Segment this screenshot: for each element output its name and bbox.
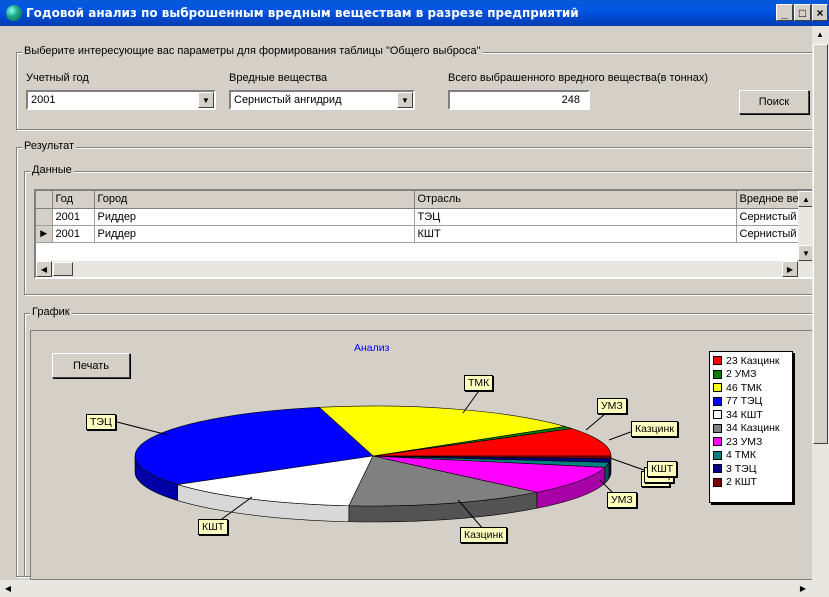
legend-swatch	[713, 396, 722, 406]
leader-line	[585, 413, 606, 431]
scroll-left-icon[interactable]: ◀	[0, 580, 16, 596]
legend-item: 4 ТМК	[713, 449, 789, 463]
scroll-right-icon[interactable]: ▶	[795, 580, 811, 596]
chart-legend: 23 Казцинк 2 УМЗ 46 ТМК 77 ТЭЦ 34 КШТ 34 Казц…	[709, 351, 793, 503]
legend-label: 46 ТМК	[726, 381, 762, 394]
legend-label: 77 ТЭЦ	[726, 395, 763, 408]
legend-label: 2 КШТ	[726, 476, 757, 489]
callout-ksht: КШТ	[198, 519, 229, 535]
legend-item: 34 Казцинк	[713, 422, 789, 436]
legend-swatch	[713, 369, 722, 379]
callout-umz-2: УМЗ	[607, 492, 637, 508]
legend-label: 3 ТЭЦ	[726, 462, 757, 475]
legend-label: 34 Казцинк	[726, 422, 780, 435]
legend-swatch	[713, 383, 722, 393]
legend-swatch	[713, 464, 722, 474]
legend-label: 2 УМЗ	[726, 368, 757, 381]
legend-item: 2 КШТ	[713, 476, 789, 490]
callout-kazcink-2: Казцинк	[460, 527, 507, 543]
legend-swatch	[713, 356, 722, 366]
callout-kazcink: Казцинк	[631, 421, 678, 437]
callout-tec: ТЭЦ	[86, 414, 116, 430]
legend-swatch	[713, 450, 722, 460]
legend-item: 2 УМЗ	[713, 368, 789, 382]
legend-swatch	[713, 437, 722, 447]
callout-tmk: ТМК	[464, 375, 494, 391]
callout-umz: УМЗ	[597, 398, 627, 414]
legend-swatch	[713, 423, 722, 433]
legend-item: 3 ТЭЦ	[713, 462, 789, 476]
pie-tops	[134, 405, 612, 507]
legend-label: 34 КШТ	[726, 408, 763, 421]
legend-item: 23 Казцинк	[713, 354, 789, 368]
callout-ksht-small: КШТ	[647, 461, 678, 477]
legend-swatch	[713, 410, 722, 420]
leader-line	[462, 387, 482, 414]
legend-swatch	[713, 477, 722, 487]
legend-label: 23 УМЗ	[726, 435, 763, 448]
window-vscrollbar[interactable]: ▲	[812, 26, 829, 597]
legend-label: 4 ТМК	[726, 449, 757, 462]
legend-item: 46 ТМК	[713, 381, 789, 395]
legend-item: 34 КШТ	[713, 408, 789, 422]
leader-line	[116, 421, 169, 436]
legend-item: 23 УМЗ	[713, 435, 789, 449]
scroll-up-icon[interactable]: ▲	[812, 26, 828, 42]
window-hscrollbar[interactable]: ◀ ▶	[0, 580, 812, 597]
leader-line	[609, 457, 645, 471]
legend-label: 23 Казцинк	[726, 354, 780, 367]
window-vscroll-thumb[interactable]	[813, 44, 828, 444]
pie-chart	[116, 387, 645, 531]
legend-item: 77 ТЭЦ	[713, 395, 789, 409]
